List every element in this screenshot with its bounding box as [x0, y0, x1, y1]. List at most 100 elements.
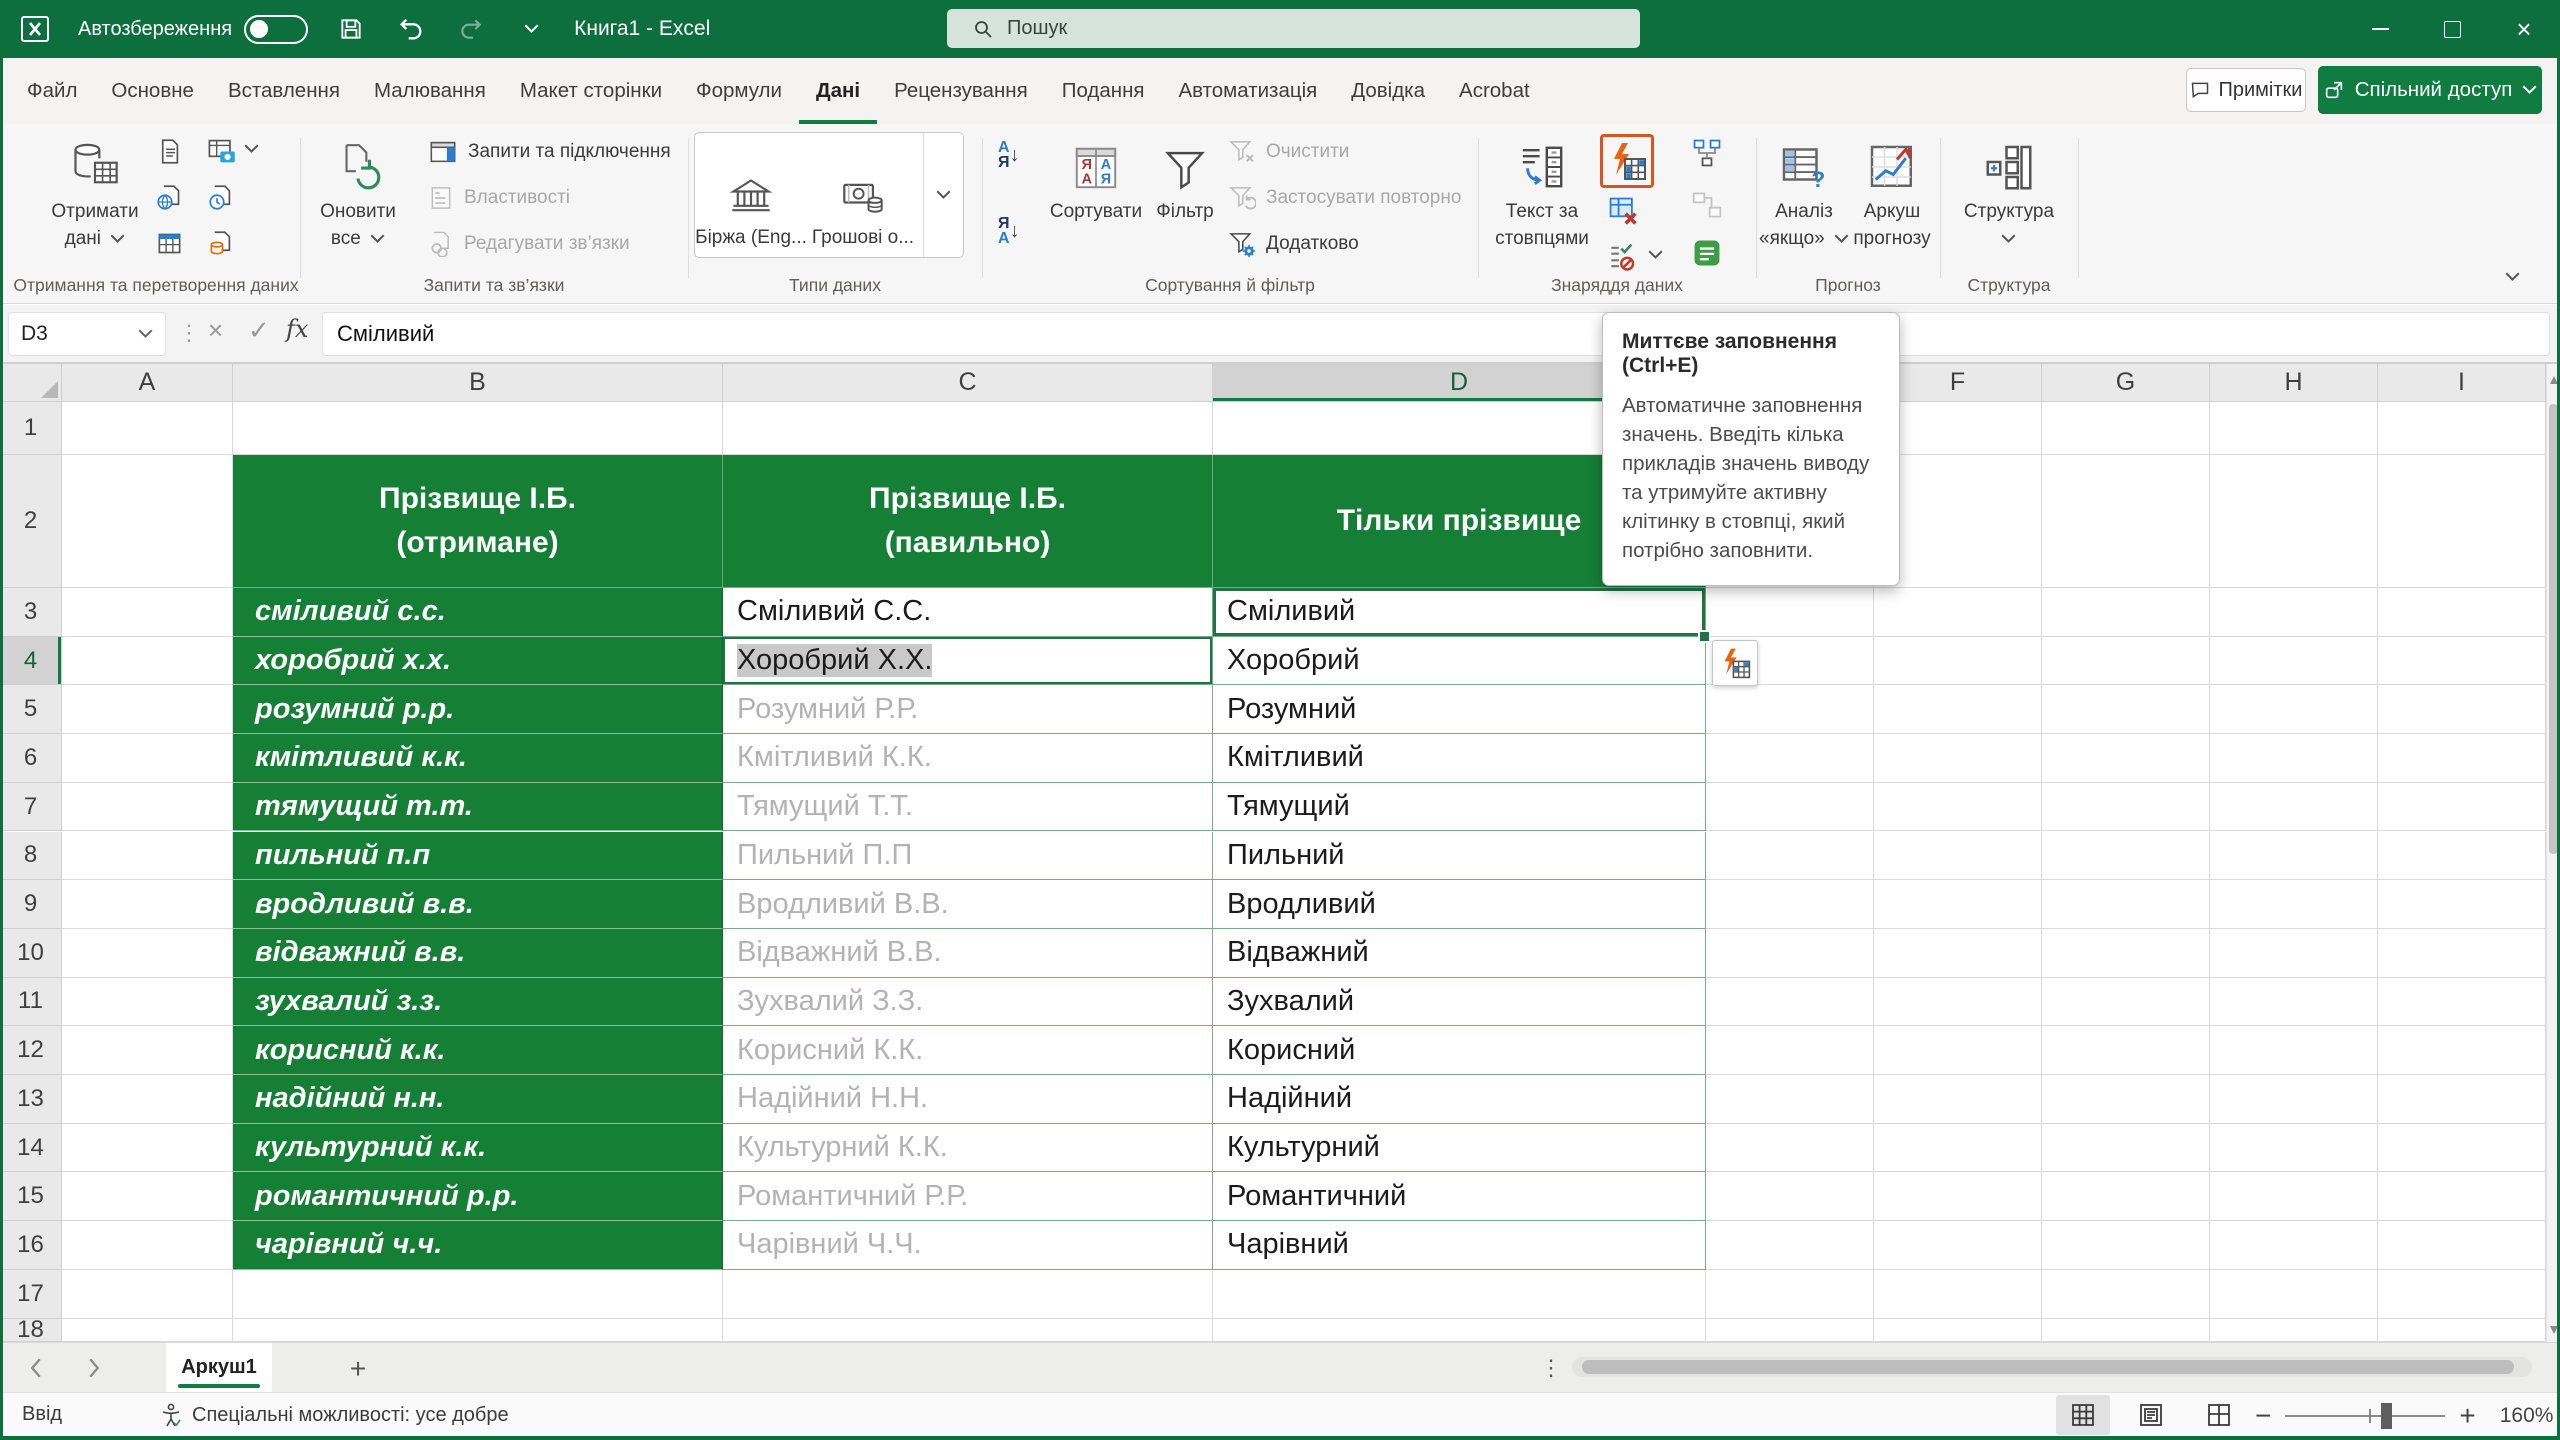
cell-H8[interactable]	[2210, 832, 2378, 881]
cell-F6[interactable]	[1874, 734, 2042, 783]
cell-A14[interactable]	[62, 1124, 233, 1173]
cell-C12[interactable]: Корисний К.К.	[723, 1026, 1213, 1075]
cell-C8[interactable]: Пильний П.П	[723, 832, 1213, 881]
cell-I17[interactable]	[2378, 1270, 2546, 1319]
cell-G4[interactable]	[2042, 637, 2210, 686]
cell-F16[interactable]	[1874, 1221, 2042, 1270]
clear-filter-button[interactable]: Очистити	[1228, 132, 1349, 172]
cell-G18[interactable]	[2042, 1319, 2210, 1342]
sort-descending-button[interactable]: ЯА↓	[998, 216, 1020, 246]
cell-A4[interactable]	[62, 637, 233, 686]
cell-A5[interactable]	[62, 685, 233, 734]
cancel-entry-icon[interactable]: ×	[208, 315, 223, 346]
cell-B11[interactable]: зухвалий з.з.	[233, 978, 723, 1027]
cell-E14[interactable]	[1706, 1124, 1874, 1173]
cell-C18[interactable]	[723, 1319, 1213, 1342]
save-button[interactable]	[334, 12, 368, 46]
select-all-corner[interactable]	[0, 364, 62, 402]
cell-B3[interactable]: сміливий с.с.	[233, 588, 723, 637]
cell-H10[interactable]	[2210, 929, 2378, 978]
prev-sheet-arrow-icon[interactable]	[14, 1343, 58, 1393]
cell-B4[interactable]: хоробрий х.х.	[233, 637, 723, 686]
cell-E13[interactable]	[1706, 1075, 1874, 1124]
cell-H12[interactable]	[2210, 1026, 2378, 1075]
cell-F8[interactable]	[1874, 832, 2042, 881]
cell-G12[interactable]	[2042, 1026, 2210, 1075]
col-header-C[interactable]: C	[723, 364, 1213, 402]
cell-G8[interactable]	[2042, 832, 2210, 881]
cell-D12[interactable]: Корисний	[1213, 1026, 1706, 1075]
cell-A10[interactable]	[62, 929, 233, 978]
cell-A17[interactable]	[62, 1270, 233, 1319]
cell-H7[interactable]	[2210, 783, 2378, 832]
data-model-button[interactable]	[1690, 236, 1724, 270]
tab-Довідка[interactable]: Довідка	[1334, 58, 1442, 124]
cell-G6[interactable]	[2042, 734, 2210, 783]
cell-G5[interactable]	[2042, 685, 2210, 734]
cell-E16[interactable]	[1706, 1221, 1874, 1270]
cell-G10[interactable]	[2042, 929, 2210, 978]
cell-I15[interactable]	[2378, 1172, 2546, 1221]
zoom-in-button[interactable]: +	[2459, 1400, 2475, 1432]
data-validation-button[interactable]	[1606, 240, 1640, 274]
cell-E10[interactable]	[1706, 929, 1874, 978]
horizontal-scrollbar-thumb[interactable]	[1582, 1360, 2514, 1374]
notes-button[interactable]: Примітки	[2186, 68, 2306, 112]
row-header-7[interactable]: 7	[0, 783, 62, 832]
cell-D17[interactable]	[1213, 1270, 1706, 1319]
next-sheet-arrow-icon[interactable]	[72, 1343, 116, 1393]
cell-B12[interactable]: корисний к.к.	[233, 1026, 723, 1075]
col-header-I[interactable]: I	[2378, 364, 2546, 402]
cell-F9[interactable]	[1874, 880, 2042, 929]
from-web-button[interactable]	[152, 180, 186, 214]
cell-F11[interactable]	[1874, 978, 2042, 1027]
cell-E6[interactable]	[1706, 734, 1874, 783]
restore-button[interactable]	[2416, 0, 2488, 58]
cell-A9[interactable]	[62, 880, 233, 929]
cell-H16[interactable]	[2210, 1221, 2378, 1270]
cell-H17[interactable]	[2210, 1270, 2378, 1319]
row-header-4[interactable]: 4	[0, 637, 62, 686]
view-page-break-button[interactable]	[2192, 1395, 2246, 1435]
cell-G3[interactable]	[2042, 588, 2210, 637]
cell-H18[interactable]	[2210, 1319, 2378, 1342]
cell-B16[interactable]: чарівний ч.ч.	[233, 1221, 723, 1270]
cell-F14[interactable]	[1874, 1124, 2042, 1173]
view-normal-button[interactable]	[2056, 1395, 2110, 1435]
cell-E17[interactable]	[1706, 1270, 1874, 1319]
cell-F10[interactable]	[1874, 929, 2042, 978]
formula-bar-handle[interactable]: ⋮	[178, 320, 200, 346]
cell-F7[interactable]	[1874, 783, 2042, 832]
cell-E8[interactable]	[1706, 832, 1874, 881]
existing-connections-button[interactable]	[204, 226, 238, 260]
cell-I2[interactable]	[2378, 455, 2546, 588]
row-header-3[interactable]: 3	[0, 588, 62, 637]
cell-D9[interactable]: Вродливий	[1213, 880, 1706, 929]
cell-F4[interactable]	[1874, 637, 2042, 686]
cell-I13[interactable]	[2378, 1075, 2546, 1124]
col-header-G[interactable]: G	[2042, 364, 2210, 402]
cell-B15[interactable]: романтичний р.р.	[233, 1172, 723, 1221]
row-header-18[interactable]: 18	[0, 1319, 62, 1342]
cell-H9[interactable]	[2210, 880, 2378, 929]
cell-G9[interactable]	[2042, 880, 2210, 929]
col-header-H[interactable]: H	[2210, 364, 2378, 402]
properties-button[interactable]: Властивості	[428, 178, 570, 218]
cell-E15[interactable]	[1706, 1172, 1874, 1221]
row-header-17[interactable]: 17	[0, 1270, 62, 1319]
share-button[interactable]: Спільний доступ	[2318, 66, 2542, 114]
cell-A15[interactable]	[62, 1172, 233, 1221]
add-sheet-button[interactable]: +	[340, 1351, 376, 1387]
close-button[interactable]: ×	[2488, 0, 2560, 58]
tab-Макет сторінки[interactable]: Макет сторінки	[503, 58, 679, 124]
cell-C15[interactable]: Романтичний Р.Р.	[723, 1172, 1213, 1221]
from-picture-button[interactable]	[204, 134, 238, 168]
cell-B17[interactable]	[233, 1270, 723, 1319]
cell-D3[interactable]: Сміливий	[1213, 588, 1706, 637]
undo-button[interactable]	[394, 12, 428, 46]
edit-links-button[interactable]: Редагувати зв’язки	[428, 224, 630, 264]
forecast-sheet-button[interactable]: Аркушпрогнозу	[1850, 128, 1934, 252]
cell-G1[interactable]	[2042, 402, 2210, 455]
cell-B14[interactable]: культурний к.к.	[233, 1124, 723, 1173]
row-header-8[interactable]: 8	[0, 832, 62, 881]
